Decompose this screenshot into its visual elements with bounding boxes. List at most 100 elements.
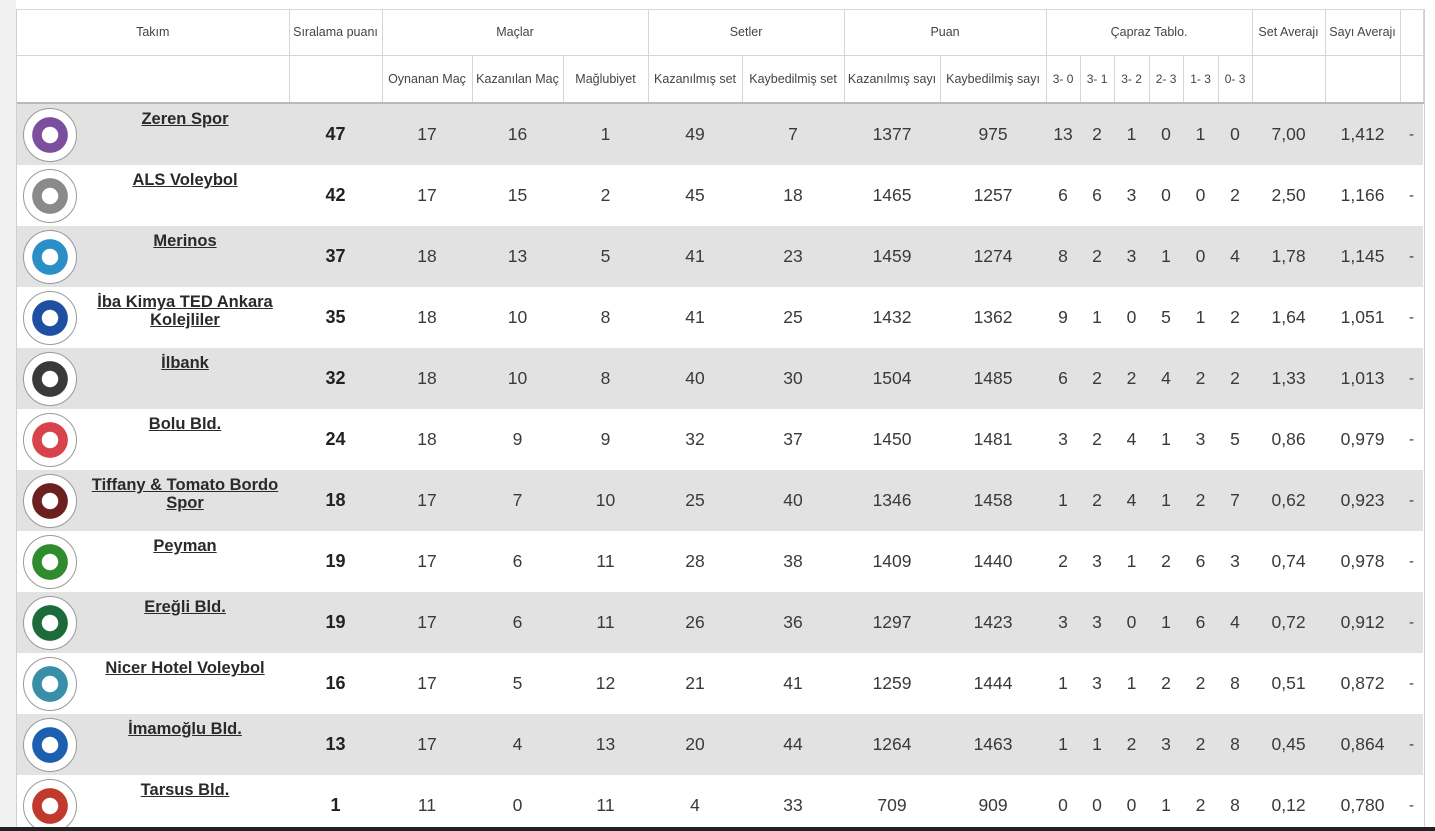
lost-cell: 5 (563, 226, 649, 287)
header-cross-3-2[interactable]: 3- 2 (1114, 55, 1150, 104)
logo-emblem (30, 724, 70, 765)
header-cross-1-3[interactable]: 1- 3 (1183, 55, 1219, 104)
points-won-cell: 1346 (844, 470, 941, 531)
played-cell: 11 (382, 775, 472, 828)
team-name-link[interactable]: İba Kimya TED Ankara Kolejliler (81, 293, 289, 329)
points-won-cell: 1450 (844, 409, 941, 470)
table-row: Tarsus Bld. 1 11 0 11 4 33 709 909 0 0 0 1 2 8 0,12 0,78… (17, 775, 1424, 828)
points-won-cell: 709 (844, 775, 941, 828)
point-average-cell: 0,912 (1325, 592, 1401, 653)
played-cell: 18 (382, 287, 472, 348)
cross-3-1-cell: 3 (1080, 592, 1115, 653)
lost-cell: 1 (563, 103, 649, 165)
zeren-logo-icon[interactable] (23, 107, 77, 162)
table-row: Tiffany & Tomato Bordo Spor 18 17 7 10 25 40 13… (17, 470, 1424, 531)
sets-lost-cell: 30 (742, 348, 845, 409)
team-name-link[interactable]: Peyman (81, 537, 289, 555)
cross-3-2-cell: 1 (1114, 653, 1150, 714)
bottom-border (0, 827, 1435, 831)
won-cell: 6 (472, 531, 563, 592)
won-cell: 15 (472, 165, 563, 226)
cross-3-2-cell: 0 (1114, 775, 1150, 828)
header-played[interactable]: Oynanan Maç (382, 55, 473, 104)
point-average-cell: 1,412 (1325, 103, 1401, 165)
page-left-margin (0, 0, 16, 831)
eregli-logo-icon[interactable] (23, 595, 77, 650)
team-name-link[interactable]: Zeren Spor (81, 110, 289, 128)
team-name-link[interactable]: İlbank (81, 354, 289, 372)
table-row: ALS Voleybol 42 17 15 2 45 18 1465 1257 6 6 3 0 0 2 2,5… (17, 165, 1424, 226)
played-cell: 17 (382, 592, 472, 653)
header-ranking-points[interactable]: Sıralama puanı (289, 10, 383, 56)
sets-won-cell: 40 (648, 348, 743, 409)
merinos-logo-icon[interactable] (23, 229, 77, 284)
ted-logo-icon[interactable] (23, 290, 77, 345)
set-average-cell: 0,74 (1252, 531, 1326, 592)
header-cross-3-1[interactable]: 3- 1 (1080, 55, 1115, 104)
tiffany-logo-icon[interactable] (23, 473, 77, 528)
point-average-cell: 0,864 (1325, 714, 1401, 775)
team-name-link[interactable]: Bolu Bld. (81, 415, 289, 433)
extra-cell: - (1400, 348, 1424, 409)
team-cell: Peyman (17, 531, 289, 592)
header-sets-won[interactable]: Kazanılmış set (648, 55, 743, 104)
logo-emblem (30, 175, 70, 216)
header-lost[interactable]: Mağlubiyet (563, 55, 649, 104)
lost-cell: 8 (563, 287, 649, 348)
header-points-won[interactable]: Kazanılmış sayı (844, 55, 941, 104)
header-cross-2-3[interactable]: 2- 3 (1149, 55, 1184, 104)
cross-3-0-cell: 6 (1046, 348, 1081, 409)
subheader-set-average-blank (1252, 55, 1326, 104)
points-won-cell: 1459 (844, 226, 941, 287)
cross-0-3-cell: 5 (1218, 409, 1253, 470)
als-logo-icon[interactable] (23, 168, 77, 223)
header-cross-3-0[interactable]: 3- 0 (1046, 55, 1081, 104)
played-cell: 18 (382, 409, 472, 470)
played-cell: 18 (382, 348, 472, 409)
peyman-logo-icon[interactable] (23, 534, 77, 589)
lost-cell: 9 (563, 409, 649, 470)
nicer-logo-icon[interactable] (23, 656, 77, 711)
cross-3-2-cell: 2 (1114, 714, 1150, 775)
point-average-cell: 0,978 (1325, 531, 1401, 592)
header-team[interactable]: Takım (17, 10, 290, 56)
header-sets-lost[interactable]: Kaybedilmiş set (742, 55, 845, 104)
points-won-cell: 1259 (844, 653, 941, 714)
points-cell: 16 (289, 653, 382, 714)
lost-cell: 11 (563, 531, 649, 592)
won-cell: 13 (472, 226, 563, 287)
cross-1-3-cell: 2 (1183, 653, 1219, 714)
cross-3-2-cell: 4 (1114, 409, 1150, 470)
standings-table-container[interactable]: Takım Sıralama puanı Maçlar Setler Puan … (16, 9, 1425, 828)
ilbank-logo-icon[interactable] (23, 351, 77, 406)
table-row: Zeren Spor 47 17 16 1 49 7 1377 975 13 2 1 0 1 0 7,00 1,… (17, 103, 1424, 165)
team-name-link[interactable]: ALS Voleybol (81, 171, 289, 189)
team-name-link[interactable]: Tarsus Bld. (81, 781, 289, 799)
tarsus-logo-icon[interactable] (23, 778, 77, 828)
header-point-average[interactable]: Sayı Averajı (1325, 10, 1401, 56)
header-cross-0-3[interactable]: 0- 3 (1218, 55, 1253, 104)
team-name-link[interactable]: Nicer Hotel Voleybol (81, 659, 289, 677)
sets-lost-cell: 36 (742, 592, 845, 653)
points-cell: 32 (289, 348, 382, 409)
team-name-link[interactable]: İmamoğlu Bld. (81, 720, 289, 738)
cross-0-3-cell: 8 (1218, 775, 1253, 828)
team-name-link[interactable]: Merinos (81, 232, 289, 250)
sets-won-cell: 41 (648, 226, 743, 287)
cross-3-0-cell: 3 (1046, 409, 1081, 470)
cross-3-1-cell: 1 (1080, 287, 1115, 348)
points-lost-cell: 909 (940, 775, 1047, 828)
cross-0-3-cell: 4 (1218, 226, 1253, 287)
bolu-logo-icon[interactable] (23, 412, 77, 467)
set-average-cell: 0,62 (1252, 470, 1326, 531)
lost-cell: 10 (563, 470, 649, 531)
sets-lost-cell: 7 (742, 103, 845, 165)
logo-emblem (30, 358, 70, 399)
header-won[interactable]: Kazanılan Maç (472, 55, 564, 104)
points-won-cell: 1409 (844, 531, 941, 592)
imamoglu-logo-icon[interactable] (23, 717, 77, 772)
team-name-link[interactable]: Tiffany & Tomato Bordo Spor (81, 476, 289, 512)
team-name-link[interactable]: Ereğli Bld. (81, 598, 289, 616)
header-set-average[interactable]: Set Averajı (1252, 10, 1326, 56)
header-points-lost[interactable]: Kaybedilmiş sayı (940, 55, 1047, 104)
